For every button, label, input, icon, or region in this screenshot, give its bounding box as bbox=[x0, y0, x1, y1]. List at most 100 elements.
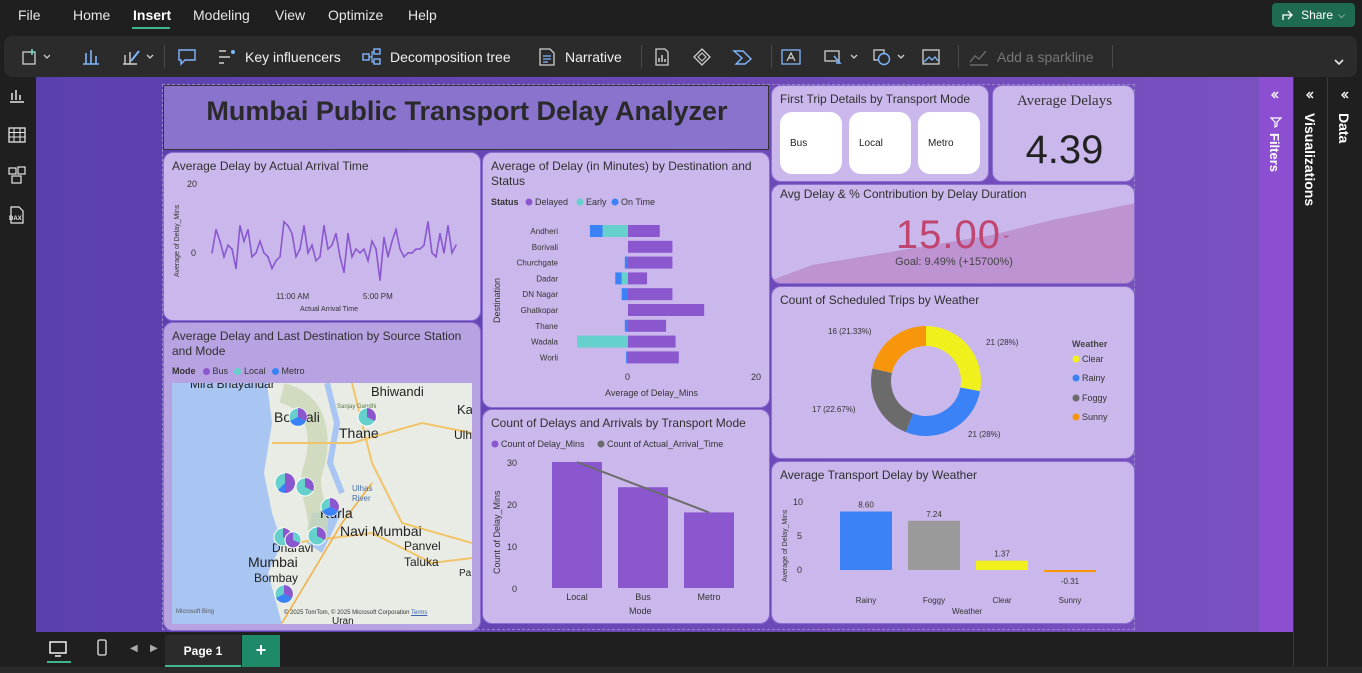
key-influencers-icon bbox=[219, 49, 235, 64]
buttons-dropdown[interactable] bbox=[822, 36, 862, 77]
menu-home[interactable]: Home bbox=[73, 7, 110, 23]
donut-data-label: 17 (22.67%) bbox=[812, 405, 856, 414]
metro-button[interactable]: Metro bbox=[918, 112, 980, 174]
bar-segment bbox=[628, 272, 648, 285]
local-button[interactable]: Local bbox=[849, 112, 911, 174]
prev-page-chevron-icon[interactable]: ◀ bbox=[130, 643, 138, 654]
add-sparkline-button[interactable]: Add a sparkline bbox=[968, 36, 1094, 77]
paginated-report-icon bbox=[655, 47, 669, 66]
model-view-icon[interactable] bbox=[8, 166, 26, 189]
dax-query-view-icon[interactable]: DAX bbox=[7, 205, 27, 230]
desktop-layout-icon[interactable] bbox=[48, 640, 68, 663]
qa-button[interactable] bbox=[176, 36, 198, 77]
line-point bbox=[391, 240, 393, 243]
menu-file[interactable]: File bbox=[18, 7, 41, 23]
menu-optimize[interactable]: Optimize bbox=[328, 7, 383, 23]
legend-title: Status bbox=[491, 197, 519, 207]
map-pie-marker[interactable] bbox=[284, 531, 302, 549]
map-pie-marker[interactable] bbox=[274, 472, 296, 494]
legend-dot bbox=[202, 367, 210, 375]
destination-bar-card[interactable]: Average of Delay (in Minutes) by Destina… bbox=[482, 152, 770, 408]
report-view-icon[interactable] bbox=[8, 87, 26, 108]
bar-segment bbox=[628, 225, 660, 237]
add-sparkline-label: Add a sparkline bbox=[997, 48, 1094, 65]
collapse-chevron-icon[interactable] bbox=[1305, 87, 1315, 105]
y-tick-label: 0 bbox=[512, 584, 517, 594]
legend-dot bbox=[1072, 394, 1080, 402]
new-visual-button[interactable] bbox=[20, 36, 50, 77]
bar bbox=[552, 462, 602, 588]
y-tick-label: Borivali bbox=[532, 243, 558, 252]
bar-segment bbox=[628, 319, 667, 332]
map-attribution: © 2025 TomTom, © 2025 Microsoft Corporat… bbox=[284, 610, 427, 616]
donut-chart-card[interactable]: Count of Scheduled Trips by Weather 21 (… bbox=[771, 286, 1135, 459]
mobile-layout-icon[interactable] bbox=[96, 639, 108, 662]
x-axis-title: Weather bbox=[952, 607, 982, 616]
svg-text:DAX: DAX bbox=[9, 216, 22, 222]
decomposition-tree-button[interactable]: Decomposition tree bbox=[361, 36, 511, 77]
collapse-chevron-icon[interactable] bbox=[1270, 87, 1280, 105]
first-trip-card: First Trip Details by Transport Mode Bus… bbox=[771, 85, 989, 182]
map-pie-marker[interactable] bbox=[320, 497, 340, 517]
map-pie-marker[interactable] bbox=[288, 407, 308, 427]
elements-button[interactable] bbox=[121, 36, 157, 77]
table-view-icon[interactable] bbox=[8, 127, 26, 148]
line-point bbox=[275, 259, 277, 262]
data-pane[interactable]: Data bbox=[1327, 77, 1362, 667]
map-pie-marker[interactable] bbox=[307, 526, 327, 546]
map-pie-marker[interactable] bbox=[274, 584, 294, 604]
filters-pane[interactable]: Filters bbox=[1259, 77, 1293, 632]
map-legend: Mode Bus Local Metro bbox=[172, 366, 305, 376]
shapes-dropdown[interactable] bbox=[872, 36, 912, 77]
bus-button[interactable]: Bus bbox=[780, 112, 842, 174]
menu-modeling[interactable]: Modeling bbox=[193, 7, 250, 23]
map-pie-marker[interactable] bbox=[357, 407, 377, 427]
legend-dot bbox=[1072, 413, 1080, 421]
image-button[interactable] bbox=[920, 36, 942, 77]
x-axis-title: Mode bbox=[629, 606, 652, 616]
map-pie-marker[interactable] bbox=[295, 477, 315, 497]
terms-link[interactable]: Terms bbox=[411, 610, 427, 616]
collapse-chevron-icon[interactable] bbox=[1340, 87, 1350, 105]
map-view[interactable]: Mira Bhayandar Bhiwandi Borivali Thane K… bbox=[172, 383, 472, 624]
line-point bbox=[435, 256, 437, 258]
line-point bbox=[271, 267, 273, 270]
menu-view[interactable]: View bbox=[275, 7, 305, 23]
x-tick-label: Rainy bbox=[856, 596, 876, 605]
next-page-chevron-icon[interactable]: ▶ bbox=[150, 643, 158, 654]
average-delays-card[interactable]: Average Delays 4.39 bbox=[992, 85, 1135, 182]
line-point bbox=[287, 224, 289, 227]
visualizations-pane[interactable]: Visualizations bbox=[1293, 77, 1327, 667]
power-automate-icon bbox=[732, 49, 753, 65]
share-button[interactable]: Share ⌵ bbox=[1272, 3, 1355, 27]
paginated-report-button[interactable] bbox=[652, 36, 672, 77]
power-automate-button[interactable] bbox=[732, 36, 754, 77]
bar-segment bbox=[621, 272, 628, 285]
buttons-visual-button[interactable] bbox=[81, 36, 101, 77]
menu-help[interactable]: Help bbox=[408, 7, 437, 23]
combo-chart-card[interactable]: Count of Delays and Arrivals by Transpor… bbox=[482, 409, 770, 624]
page-tab[interactable]: Page 1 bbox=[165, 635, 241, 667]
text-box-icon bbox=[781, 48, 801, 65]
weather-bar-card[interactable]: Average Transport Delay by Weather 10 5 … bbox=[771, 461, 1135, 624]
add-page-button[interactable]: + bbox=[242, 635, 280, 667]
narrative-button[interactable]: Narrative bbox=[536, 36, 622, 77]
line-point bbox=[327, 248, 329, 250]
line-chart-card[interactable]: Average Delay by Actual Arrival Time 20 … bbox=[163, 152, 481, 321]
line-point bbox=[379, 279, 381, 281]
map-card[interactable]: Average Delay and Last Destination by So… bbox=[163, 322, 481, 631]
x-tick-label: 5:00 PM bbox=[363, 292, 393, 301]
bar-segment bbox=[589, 225, 603, 237]
legend-label: Clear bbox=[1082, 354, 1104, 364]
text-box-button[interactable] bbox=[780, 36, 802, 77]
ribbon-expand-chevron-icon[interactable] bbox=[1333, 54, 1345, 72]
menu-insert[interactable]: Insert bbox=[133, 7, 171, 23]
bing-logo: Microsoft Bing bbox=[176, 609, 215, 615]
bar-segment bbox=[615, 272, 622, 285]
title-box[interactable]: Mumbai Public Transport Delay Analyzer bbox=[163, 85, 769, 150]
power-apps-button[interactable] bbox=[692, 36, 712, 77]
decomposition-tree-icon bbox=[362, 47, 381, 65]
key-influencers-button[interactable]: Key influencers bbox=[216, 36, 341, 77]
decomposition-tree-label: Decomposition tree bbox=[390, 48, 511, 65]
delay-duration-kpi-card[interactable]: Avg Delay & % Contribution by Delay Dura… bbox=[771, 184, 1135, 284]
